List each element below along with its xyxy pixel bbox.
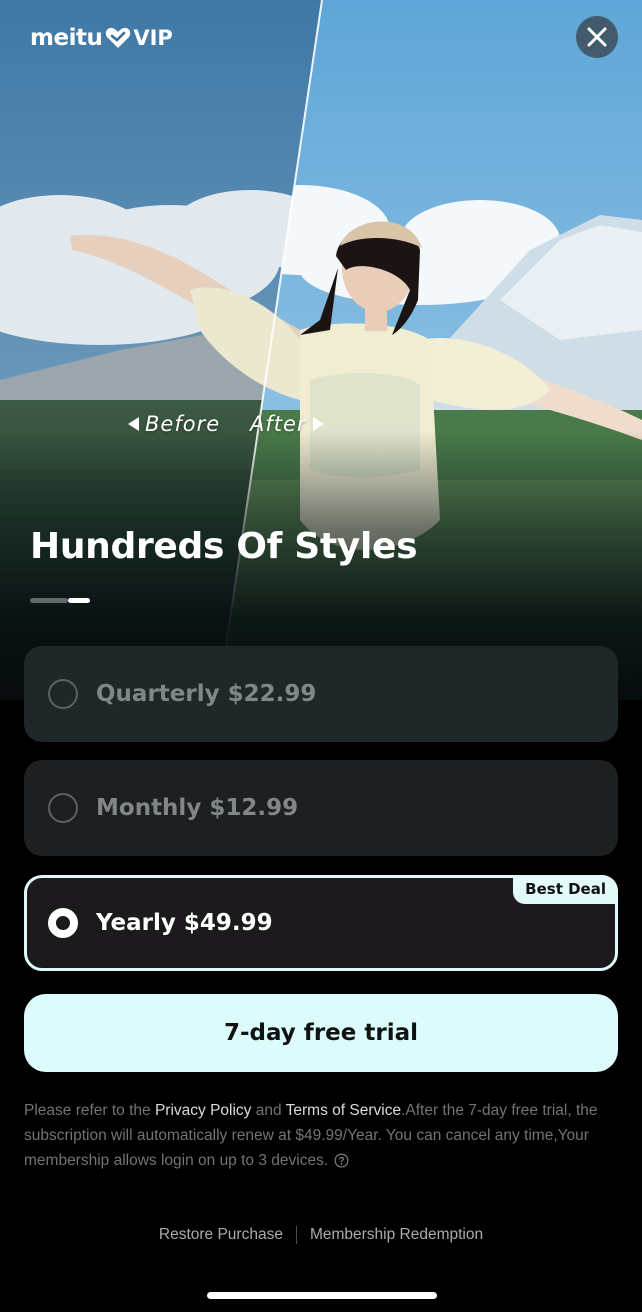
before-text: Before bbox=[145, 412, 221, 436]
best-deal-badge: Best Deal bbox=[513, 875, 618, 904]
free-trial-button[interactable]: 7-day free trial bbox=[24, 994, 618, 1072]
after-label: After bbox=[250, 412, 324, 436]
terms-of-service-link[interactable]: Terms of Service bbox=[286, 1102, 401, 1119]
page-title: Hundreds Of Styles bbox=[30, 526, 418, 567]
home-indicator[interactable] bbox=[207, 1292, 437, 1299]
pager-dot[interactable] bbox=[30, 598, 68, 603]
hero-banner bbox=[0, 0, 642, 700]
radio-selected-icon[interactable] bbox=[48, 908, 78, 938]
terms-and: and bbox=[251, 1102, 286, 1119]
after-text: After bbox=[250, 412, 307, 436]
arrow-right-icon bbox=[312, 417, 324, 431]
plan-label: Yearly $49.99 bbox=[96, 910, 273, 936]
restore-purchase-link[interactable]: Restore Purchase bbox=[159, 1226, 283, 1244]
help-circle-icon[interactable] bbox=[334, 1153, 349, 1168]
plan-option-monthly[interactable]: Monthly $12.99 bbox=[24, 760, 618, 856]
pager-dot-active[interactable] bbox=[68, 598, 90, 603]
terms-prefix: Please refer to the bbox=[24, 1102, 155, 1119]
membership-redemption-link[interactable]: Membership Redemption bbox=[310, 1226, 483, 1244]
carousel-pager[interactable] bbox=[30, 598, 90, 603]
logo-vip-text: VIP bbox=[133, 26, 173, 50]
arrow-left-icon bbox=[128, 417, 139, 431]
close-icon bbox=[587, 27, 607, 47]
close-button[interactable] bbox=[576, 16, 618, 58]
privacy-policy-link[interactable]: Privacy Policy bbox=[155, 1102, 251, 1119]
plan-option-yearly[interactable]: Yearly $49.99 Best Deal bbox=[24, 875, 618, 971]
meitu-vip-logo: meitu VIP bbox=[30, 24, 173, 52]
plan-option-quarterly[interactable]: Quarterly $22.99 bbox=[24, 646, 618, 742]
before-label: Before bbox=[128, 412, 220, 436]
radio-empty-icon[interactable] bbox=[48, 793, 78, 823]
logo-text: meitu bbox=[30, 25, 103, 51]
footer-divider bbox=[295, 1226, 297, 1244]
footer-links: Restore Purchase Membership Redemption bbox=[0, 1226, 642, 1244]
plan-label: Quarterly $22.99 bbox=[96, 681, 317, 707]
terms-text: Please refer to the Privacy Policy and T… bbox=[24, 1098, 624, 1173]
radio-empty-icon[interactable] bbox=[48, 679, 78, 709]
plan-label: Monthly $12.99 bbox=[96, 795, 299, 821]
heart-icon bbox=[105, 27, 131, 49]
